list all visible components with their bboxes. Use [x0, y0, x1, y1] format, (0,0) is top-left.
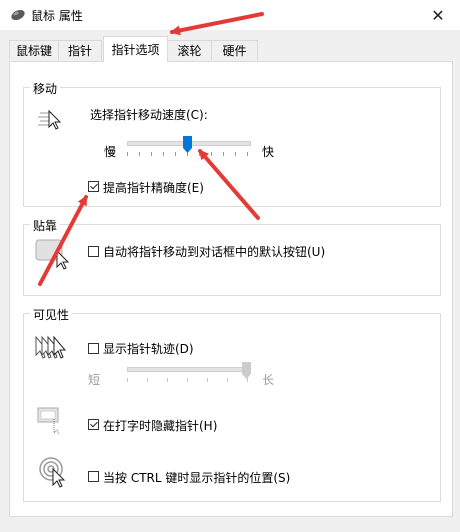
speed-slider-thumb[interactable] — [183, 136, 192, 154]
enhance-precision-label[interactable]: 提高指针精确度(E) — [103, 179, 204, 196]
visibility-group-title: 可见性 — [30, 306, 73, 323]
tab-pointers[interactable]: 指针 — [58, 40, 102, 60]
pointer-speed-icon — [38, 109, 62, 130]
mouse-icon — [11, 9, 25, 21]
pointer-trails-label[interactable]: 显示指针轨迹(D) — [103, 340, 194, 357]
hide-while-typing-label[interactable]: 在打字时隐藏指针(H) — [103, 417, 217, 434]
tab-pointer-options[interactable]: 指针选项 — [103, 36, 168, 62]
tab-hardware[interactable]: 硬件 — [211, 40, 258, 60]
snap-group-title: 贴靠 — [30, 217, 61, 234]
close-icon: ✕ — [431, 5, 445, 25]
tab-wheel[interactable]: 滚轮 — [167, 40, 212, 60]
pointer-speed-slider[interactable] — [127, 136, 251, 159]
speed-fast-label: 快 — [262, 145, 275, 159]
show-location-label[interactable]: 当按 CTRL 键时显示指针的位置(S) — [103, 469, 290, 486]
hide-while-typing-icon — [37, 407, 60, 435]
trail-short-label: 短 — [88, 373, 101, 387]
tab-strip: 鼠标键 指针 指针选项 滚轮 硬件 — [0, 30, 460, 62]
snap-to-button-icon — [35, 239, 70, 270]
trail-long-label: 长 — [262, 373, 275, 387]
show-location-checkbox[interactable] — [88, 471, 99, 482]
enhance-precision-checkbox[interactable] — [88, 181, 99, 192]
snap-group: 贴靠 — [23, 217, 441, 296]
motion-group-title: 移动 — [30, 80, 61, 97]
speed-slow-label: 慢 — [104, 145, 117, 159]
tab-buttons[interactable]: 鼠标键 — [9, 40, 59, 60]
window-title: 鼠标 属性 — [31, 9, 83, 23]
close-button[interactable]: ✕ — [416, 0, 460, 30]
title-bar: 鼠标 属性 ✕ — [0, 0, 460, 30]
pointer-trails-icon — [35, 335, 67, 359]
pointer-trails-checkbox[interactable] — [88, 343, 99, 354]
speed-label: 选择指针移动速度(C): — [90, 108, 208, 122]
trail-length-slider[interactable] — [127, 362, 251, 385]
snap-to-label[interactable]: 自动将指针移动到对话框中的默认按钮(U) — [103, 243, 325, 260]
tab-panel: 移动 选择指针移动速度(C): 慢 快 提高指针精确度(E) 贴靠 自动将指针移… — [9, 61, 453, 517]
show-location-icon — [39, 457, 66, 488]
hide-while-typing-checkbox[interactable] — [88, 419, 99, 430]
snap-to-checkbox[interactable] — [88, 246, 99, 257]
trail-slider-thumb[interactable] — [242, 362, 251, 380]
